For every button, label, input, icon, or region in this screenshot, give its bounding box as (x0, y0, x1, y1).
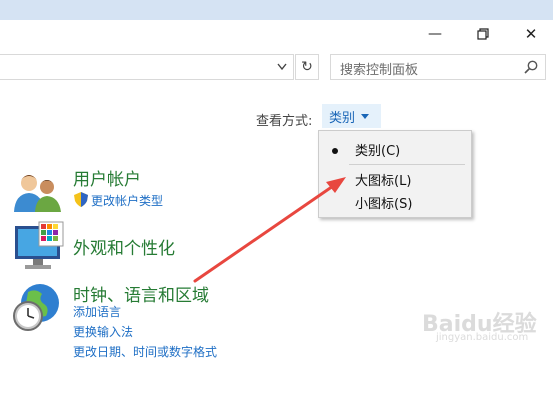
watermark-url: jingyan.baidu.com (436, 332, 529, 343)
